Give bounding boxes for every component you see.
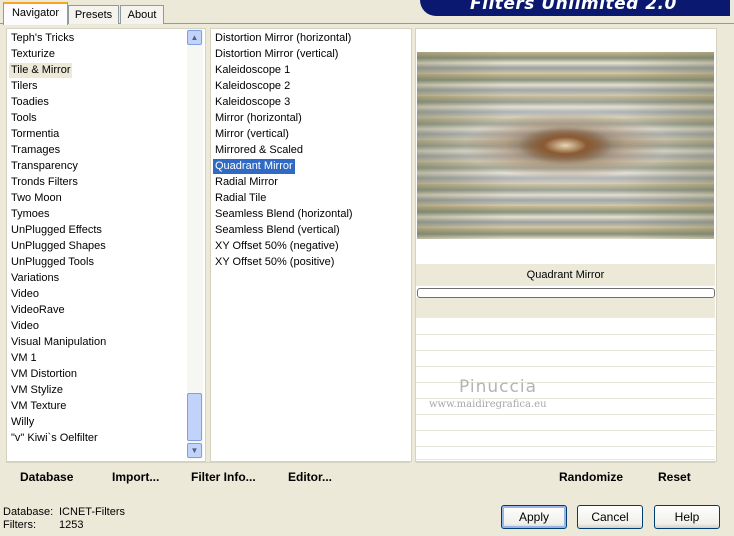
progress-bar — [417, 288, 715, 298]
parameter-slot[interactable] — [416, 335, 715, 351]
category-item[interactable]: Teph's Tricks — [9, 31, 76, 46]
filter-item[interactable]: XY Offset 50% (positive) — [213, 255, 336, 270]
scroll-up-icon[interactable]: ▲ — [187, 30, 202, 45]
database-label: Database: — [3, 506, 54, 518]
filter-item[interactable]: Kaleidoscope 1 — [213, 63, 292, 78]
filter-item[interactable]: Seamless Blend (horizontal) — [213, 207, 355, 222]
category-item[interactable]: UnPlugged Tools — [9, 255, 96, 270]
watermark-site: www.maidiregrafica.eu — [429, 399, 547, 410]
preview-caption: Quadrant Mirror — [526, 269, 605, 281]
category-item[interactable]: VideoRave — [9, 303, 67, 318]
tab-navigator[interactable]: Navigator — [3, 2, 68, 25]
filters-label: Filters: — [3, 519, 36, 531]
category-item[interactable]: Tramages — [9, 143, 62, 158]
category-item[interactable]: Video — [9, 287, 41, 302]
parameter-slot[interactable] — [416, 351, 715, 367]
scroll-thumb[interactable] — [187, 393, 202, 441]
filter-item[interactable]: Radial Mirror — [213, 175, 280, 190]
category-item[interactable]: Tronds Filters — [9, 175, 80, 190]
filter-item[interactable]: Seamless Blend (vertical) — [213, 223, 342, 238]
editor-button[interactable]: Editor... — [288, 470, 332, 484]
watermark-name: Pinuccia — [459, 377, 537, 397]
category-item[interactable]: Tools — [9, 111, 39, 126]
parameter-slot[interactable] — [416, 447, 715, 460]
preview-image-shading — [417, 52, 714, 239]
filter-item[interactable]: Distortion Mirror (horizontal) — [213, 31, 353, 46]
category-list[interactable]: Teph's Tricks Texturize Tile & Mirror Tiler… — [6, 28, 206, 462]
app-title: Filters Unlimited 2.0 — [470, 0, 677, 14]
import-button[interactable]: Import... — [112, 470, 159, 484]
category-scrollbar[interactable]: ▲ ▼ — [187, 29, 203, 459]
category-item[interactable]: Tilers — [9, 79, 39, 94]
category-item[interactable]: Transparency — [9, 159, 80, 174]
filter-item[interactable]: Quadrant Mirror — [213, 159, 295, 174]
parameter-slot[interactable] — [416, 319, 715, 335]
category-item[interactable]: Tile & Mirror — [9, 63, 73, 78]
tab-presets[interactable]: Presets — [68, 5, 119, 24]
category-item[interactable]: Willy — [9, 415, 36, 430]
filter-info-button[interactable]: Filter Info... — [191, 470, 256, 484]
category-item[interactable]: VM Distortion — [9, 367, 79, 382]
category-item[interactable]: UnPlugged Shapes — [9, 239, 108, 254]
category-item[interactable]: Toadies — [9, 95, 51, 110]
filter-item[interactable]: Mirror (horizontal) — [213, 111, 304, 126]
scroll-down-icon[interactable]: ▼ — [187, 443, 202, 458]
parameter-slot[interactable] — [416, 415, 715, 431]
preview-divider — [416, 298, 715, 318]
randomize-button[interactable]: Randomize — [559, 470, 623, 484]
filters-count: 1253 — [59, 519, 84, 531]
filter-list[interactable]: Distortion Mirror (horizontal) Distortion… — [210, 28, 412, 462]
reset-button[interactable]: Reset — [658, 470, 691, 484]
category-item[interactable]: Tymoes — [9, 207, 52, 222]
tab-about[interactable]: About — [120, 5, 164, 24]
database-button[interactable]: Database — [20, 470, 73, 484]
category-item[interactable]: Variations — [9, 271, 61, 286]
parameter-slot[interactable] — [416, 431, 715, 447]
filter-item[interactable]: Radial Tile — [213, 191, 268, 206]
category-item[interactable]: VM Stylize — [9, 383, 65, 398]
category-item[interactable]: Visual Manipulation — [9, 335, 108, 350]
category-item[interactable]: Two Moon — [9, 191, 64, 206]
help-button[interactable]: Help — [654, 505, 720, 529]
filter-item[interactable]: Kaleidoscope 3 — [213, 95, 292, 110]
category-item[interactable]: VM Texture — [9, 399, 68, 414]
category-item[interactable]: VM 1 — [9, 351, 39, 366]
category-item[interactable]: Video — [9, 319, 41, 334]
category-item[interactable]: Texturize — [9, 47, 57, 62]
filter-item[interactable]: Mirrored & Scaled — [213, 143, 305, 158]
filter-item[interactable]: XY Offset 50% (negative) — [213, 239, 341, 254]
filter-item[interactable]: Mirror (vertical) — [213, 127, 291, 142]
category-item[interactable]: UnPlugged Effects — [9, 223, 104, 238]
database-value: ICNET-Filters — [59, 506, 125, 518]
category-item[interactable]: "v" Kiwi`s Oelfilter — [9, 431, 100, 446]
filter-item[interactable]: Kaleidoscope 2 — [213, 79, 292, 94]
category-item[interactable]: Tormentia — [9, 127, 61, 142]
cancel-button[interactable]: Cancel — [577, 505, 643, 529]
apply-button[interactable]: Apply — [501, 505, 567, 529]
filter-item[interactable]: Distortion Mirror (vertical) — [213, 47, 340, 62]
